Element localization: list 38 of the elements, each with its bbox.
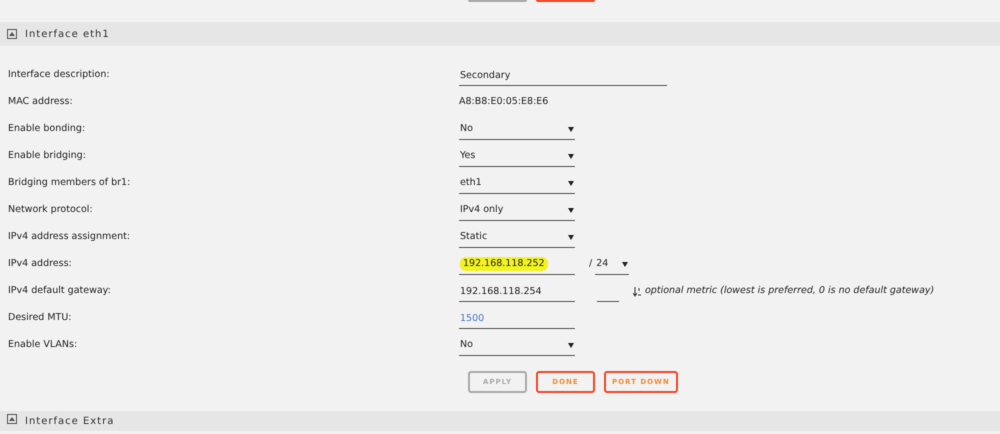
- section-header[interactable]: Interface Extra: [0, 411, 1000, 431]
- field-value: A8:B8:E0:05:E8:E6: [459, 95, 548, 110]
- select-field[interactable]: IPv4 only: [459, 200, 575, 220]
- select-field[interactable]: No: [459, 336, 575, 356]
- field-label: IPv4 address:: [7, 257, 73, 272]
- field-label: Interface description:: [7, 68, 111, 82]
- select-field[interactable]: 24: [595, 254, 630, 274]
- caret-icon: [568, 342, 574, 348]
- section-title: Interface Extra: [25, 415, 114, 429]
- text-field[interactable]: Secondary: [459, 66, 667, 86]
- field-label: MAC address:: [7, 95, 74, 110]
- select-field[interactable]: Static: [459, 228, 575, 248]
- field-label: IPv4 address assignment:: [7, 230, 132, 244]
- section-header[interactable]: Interface eth1: [0, 22, 1000, 46]
- text-field[interactable]: 192.168.118.254: [459, 282, 575, 302]
- caret-icon: [568, 154, 574, 158]
- field-label: Enable bridging:: [7, 149, 87, 164]
- field-label: Enable VLANs:: [7, 338, 78, 352]
- text-field[interactable]: 1500: [459, 308, 575, 328]
- sort-icon: [633, 286, 642, 296]
- hint-text: optional metric (lowest is preferred, 0 is no default gateway): [645, 284, 934, 298]
- field-label: Desired MTU:: [7, 311, 72, 326]
- collapse-icon[interactable]: [7, 414, 17, 424]
- field-label: Enable bonding:: [7, 122, 86, 136]
- caret-icon: [568, 126, 574, 132]
- field-label: IPv4 default gateway:: [7, 284, 112, 298]
- section-title: Interface eth1: [25, 28, 110, 42]
- separator-text: /: [589, 257, 592, 272]
- caret-icon: [568, 234, 574, 240]
- collapse-icon[interactable]: [7, 29, 17, 39]
- field-label: Network protocol:: [7, 203, 94, 218]
- select-field[interactable]: Yes: [459, 146, 575, 166]
- caret-icon: [568, 180, 574, 186]
- select-field[interactable]: No: [459, 120, 575, 140]
- caret-icon: [568, 208, 574, 212]
- field-label: Bridging members of br1:: [7, 176, 132, 190]
- caret-icon: [622, 262, 628, 266]
- select-field[interactable]: eth1: [459, 174, 575, 194]
